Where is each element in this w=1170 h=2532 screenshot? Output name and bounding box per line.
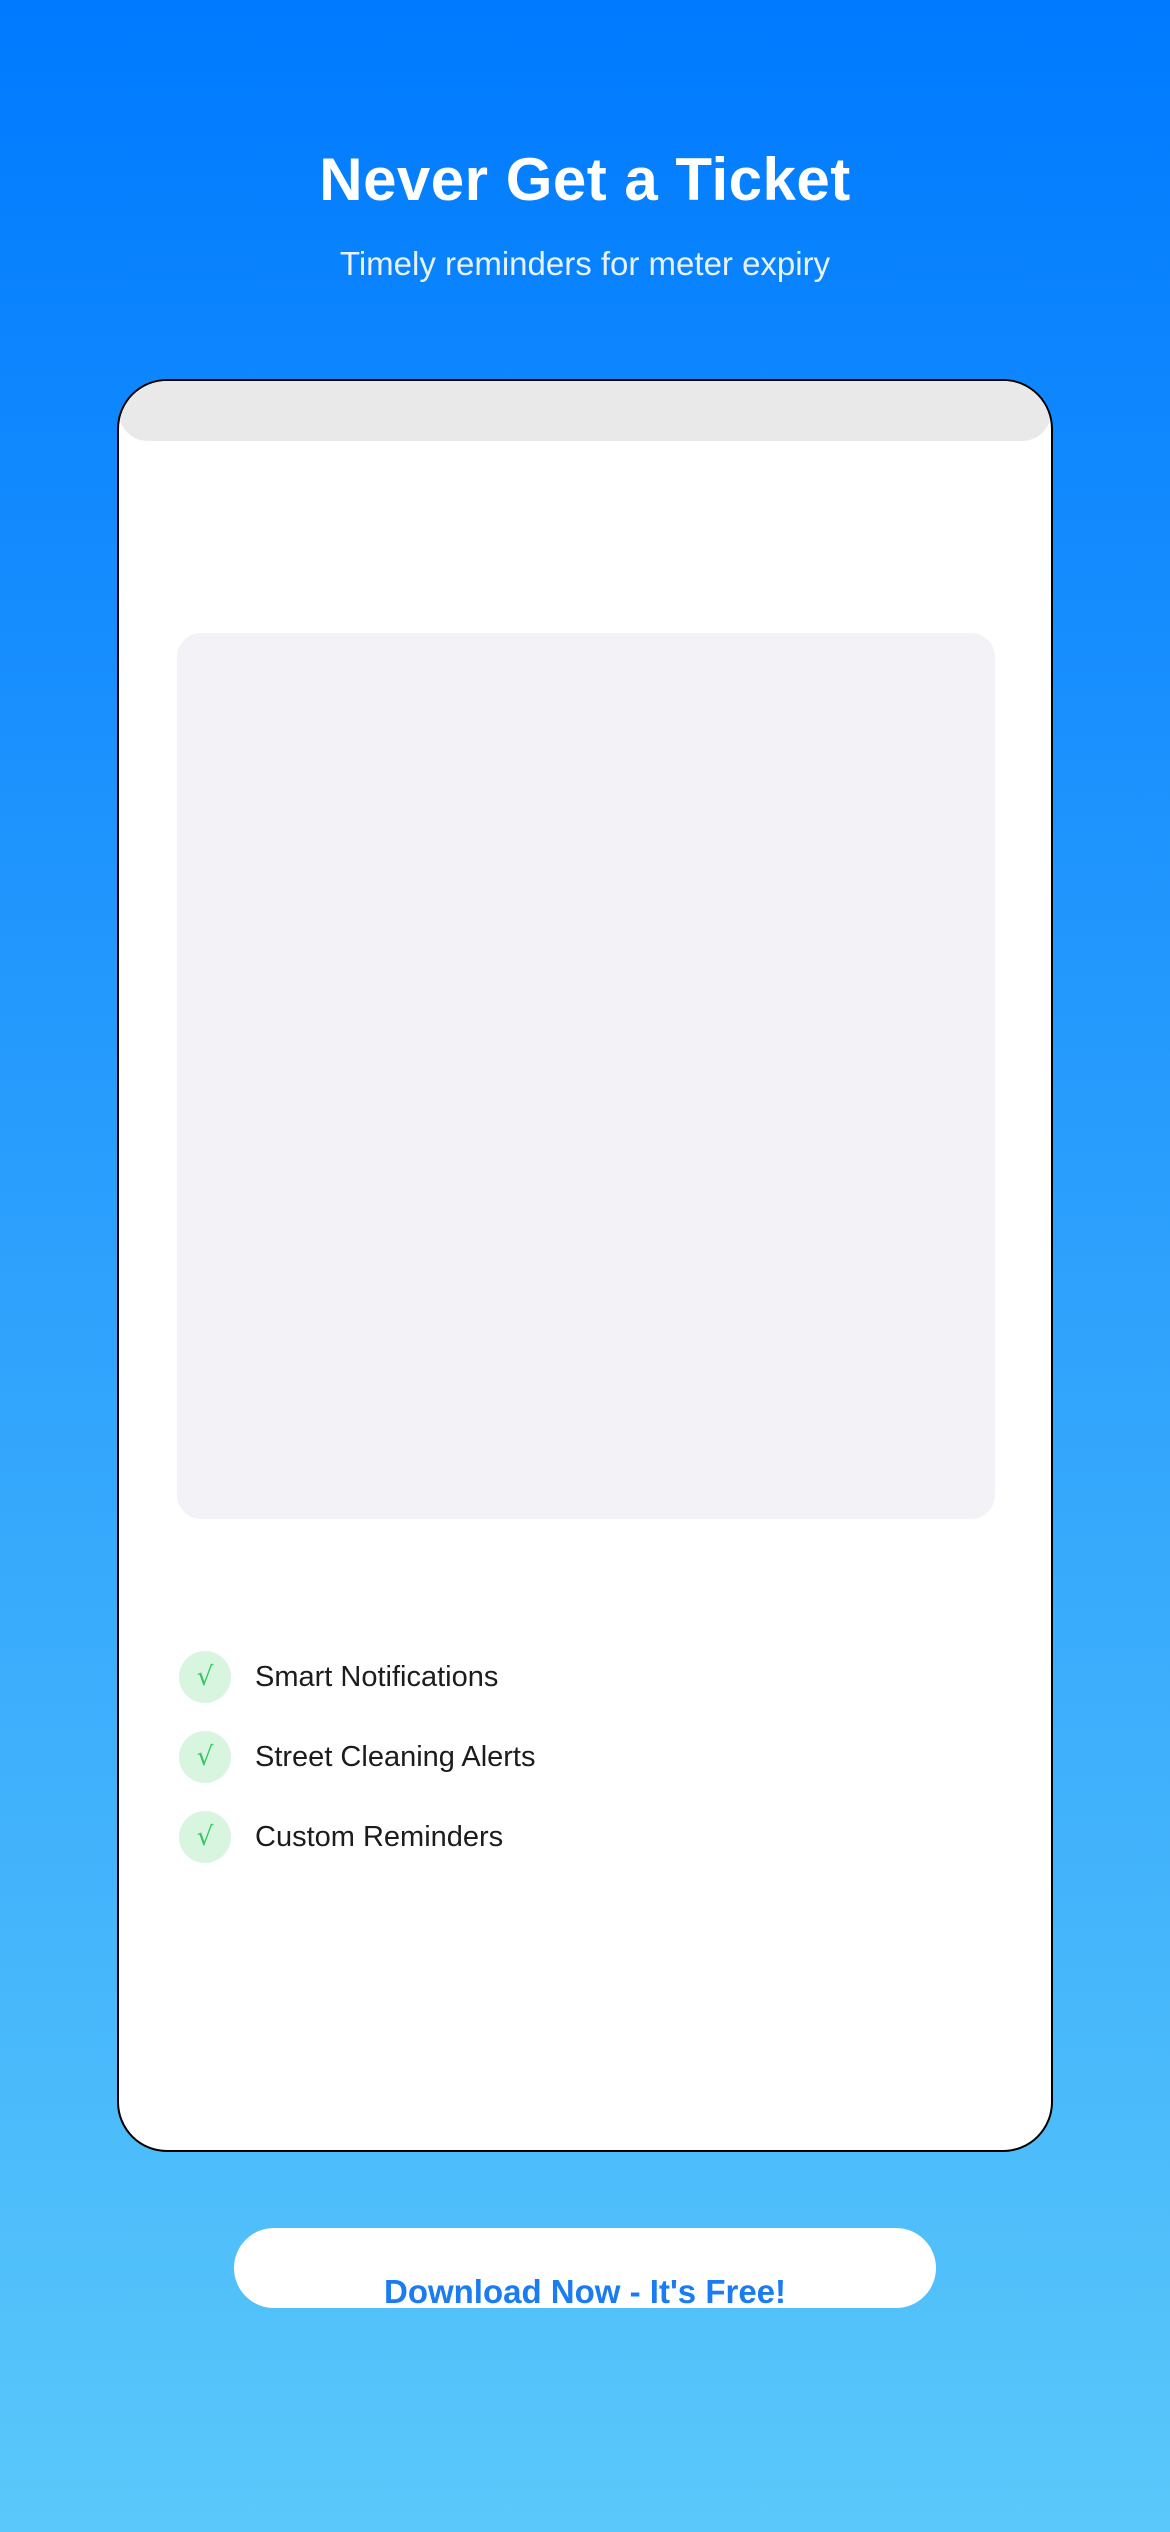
page-title: Never Get a Ticket xyxy=(319,146,851,213)
feature-list: √ Smart Notifications √ Street Cleaning … xyxy=(179,1651,535,1891)
feature-item-custom-reminders: √ Custom Reminders xyxy=(179,1811,535,1863)
hero-header: Never Get a Ticket Timely reminders for … xyxy=(0,140,1170,286)
feature-label: Smart Notifications xyxy=(255,1660,499,1693)
checkmark-icon: √ xyxy=(179,1731,231,1783)
feature-item-smart-notifications: √ Smart Notifications xyxy=(179,1651,535,1703)
app-screenshot-placeholder xyxy=(177,633,995,1519)
page-subtitle: Timely reminders for meter expiry xyxy=(339,245,831,282)
feature-label: Street Cleaning Alerts xyxy=(255,1740,536,1773)
feature-item-street-cleaning-alerts: √ Street Cleaning Alerts xyxy=(179,1731,535,1783)
feature-label: Custom Reminders xyxy=(255,1820,504,1853)
phone-status-bar xyxy=(119,381,1051,441)
phone-mockup: √ Smart Notifications √ Street Cleaning … xyxy=(117,379,1053,2152)
download-button-label: Download Now - It's Free! xyxy=(383,2273,787,2310)
checkmark-icon: √ xyxy=(179,1651,231,1703)
download-button[interactable]: Download Now - It's Free! xyxy=(234,2228,936,2310)
checkmark-icon: √ xyxy=(179,1811,231,1863)
